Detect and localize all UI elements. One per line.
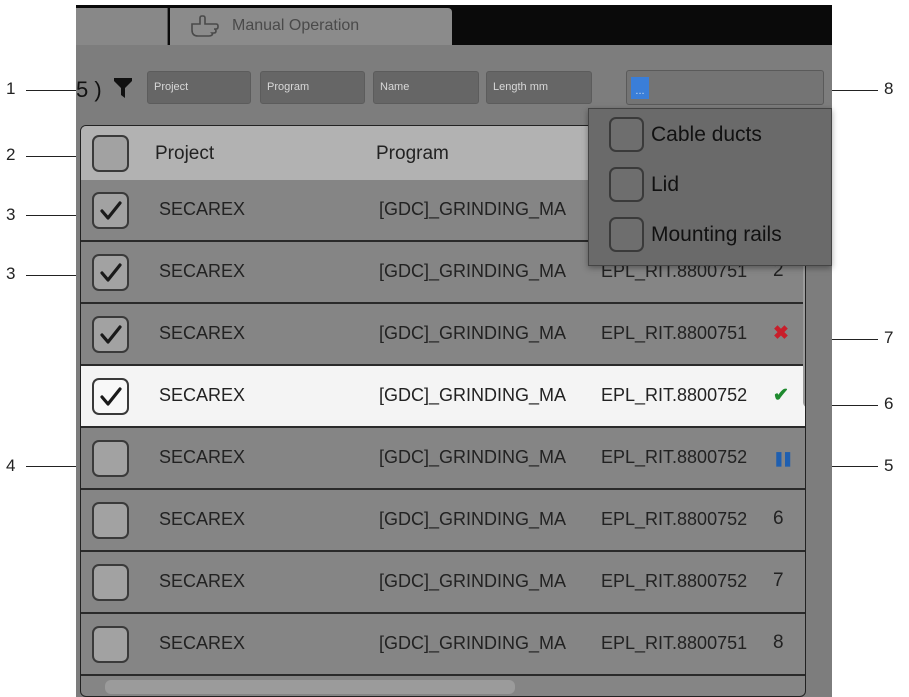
cell-program: [GDC]_GRINDING_MA xyxy=(379,633,567,653)
callout-5: 5 xyxy=(884,456,894,475)
row-checkbox[interactable] xyxy=(92,316,129,353)
cell-project: SECAREX xyxy=(159,261,246,281)
cell-name: EPL_RIT.8800752 xyxy=(601,509,748,529)
dropdown-option-label: Lid xyxy=(651,173,680,196)
dropdown-option-checkbox[interactable] xyxy=(609,117,644,152)
cell-project: SECAREX xyxy=(159,323,246,343)
length-filter-input[interactable]: Length mm xyxy=(486,71,592,104)
project-filter-input[interactable]: Project xyxy=(147,71,251,104)
cell-status: ✖ xyxy=(773,323,789,344)
table-row[interactable]: SECAREX [GDC]_GRINDING_MA EPL_RIT.8800752 7 xyxy=(81,552,805,614)
cell-program: [GDC]_GRINDING_MA xyxy=(379,199,567,219)
column-header-project[interactable]: Project xyxy=(155,143,214,165)
dropdown-option-label: Mounting rails xyxy=(651,223,782,246)
cell-name: EPL_RIT.8800752 xyxy=(601,447,748,467)
cell-program: [GDC]_GRINDING_MA xyxy=(379,323,567,343)
row-checkbox[interactable] xyxy=(92,440,129,477)
callout-6: 6 xyxy=(884,394,894,413)
row-checkbox[interactable] xyxy=(92,626,129,663)
dropdown-option-checkbox[interactable] xyxy=(609,167,644,202)
program-filter-input[interactable]: Program xyxy=(260,71,365,104)
table-row[interactable]: SECAREX [GDC]_GRINDING_MA EPL_RIT.8800752 ✔ xyxy=(81,366,805,428)
column-header-program[interactable]: Program xyxy=(376,143,449,165)
callout-3b: 3 xyxy=(6,264,16,283)
row-checkbox[interactable] xyxy=(92,192,129,229)
cell-project: SECAREX xyxy=(159,571,246,591)
row-checkbox[interactable] xyxy=(92,254,129,291)
cell-name: EPL_RIT.8800751 xyxy=(601,633,748,653)
checkmark-icon xyxy=(100,387,122,406)
cell-project: SECAREX xyxy=(159,633,246,653)
cell-status: 8 xyxy=(773,632,784,653)
row-checkbox[interactable] xyxy=(92,564,129,601)
callout-1-line xyxy=(26,90,76,91)
cell-project: SECAREX xyxy=(159,447,246,467)
category-select[interactable]: ... xyxy=(626,70,824,105)
callout-7: 7 xyxy=(884,328,894,347)
callout-2: 2 xyxy=(6,145,16,164)
category-dropdown: Cable ducts Lid Mounting rails xyxy=(588,108,832,266)
cell-status: 7 xyxy=(773,570,784,591)
cell-name: EPL_RIT.8800751 xyxy=(601,323,748,343)
cell-status: 6 xyxy=(773,508,784,529)
cell-name: EPL_RIT.8800752 xyxy=(601,571,748,591)
table-row[interactable]: SECAREX [GDC]_GRINDING_MA EPL_RIT.8800752 6 xyxy=(81,490,805,552)
row-count-label: 5 ) xyxy=(76,77,102,102)
funnel-icon[interactable] xyxy=(114,78,132,98)
select-all-checkbox[interactable] xyxy=(92,135,129,172)
tab-manual-operation-label: Manual Operation xyxy=(232,17,360,34)
cell-project: SECAREX xyxy=(159,385,246,405)
callout-3a: 3 xyxy=(6,205,16,224)
table-row[interactable]: SECAREX [GDC]_GRINDING_MA EPL_RIT.8800751 8 xyxy=(81,614,805,676)
checkmark-icon xyxy=(100,263,122,282)
cell-name: EPL_RIT.8800752 xyxy=(601,385,748,405)
cell-program: [GDC]_GRINDING_MA xyxy=(379,447,567,467)
callout-4: 4 xyxy=(6,456,16,475)
category-select-value: ... xyxy=(631,77,649,99)
row-checkbox[interactable] xyxy=(92,378,129,415)
name-filter-input[interactable]: Name xyxy=(373,71,479,104)
dropdown-option-checkbox[interactable] xyxy=(609,217,644,252)
dropdown-option-label: Cable ducts xyxy=(651,123,762,146)
table-row[interactable]: SECAREX [GDC]_GRINDING_MA EPL_RIT.8800752 ❚… xyxy=(81,428,805,490)
checkmark-icon xyxy=(100,325,122,344)
row-checkbox[interactable] xyxy=(92,502,129,539)
tab-manual-operation[interactable]: Manual Operation xyxy=(170,8,452,45)
callout-8: 8 xyxy=(884,79,894,98)
callout-1: 1 xyxy=(6,79,16,98)
checkmark-icon xyxy=(100,201,122,220)
table-row[interactable]: SECAREX [GDC]_GRINDING_MA EPL_RIT.8800751 ✖ xyxy=(81,304,805,366)
cell-status: ❚❚ xyxy=(773,450,794,466)
hand-pointer-icon xyxy=(191,15,219,37)
horizontal-scrollbar[interactable] xyxy=(105,680,515,694)
cell-program: [GDC]_GRINDING_MA xyxy=(379,509,567,529)
tab-previous[interactable] xyxy=(76,8,168,45)
cell-project: SECAREX xyxy=(159,199,246,219)
cell-program: [GDC]_GRINDING_MA xyxy=(379,385,567,405)
cell-program: [GDC]_GRINDING_MA xyxy=(379,571,567,591)
cell-project: SECAREX xyxy=(159,509,246,529)
cell-status: ✔ xyxy=(773,385,789,406)
cell-program: [GDC]_GRINDING_MA xyxy=(379,261,567,281)
tab-bar: Manual Operation xyxy=(76,5,832,45)
